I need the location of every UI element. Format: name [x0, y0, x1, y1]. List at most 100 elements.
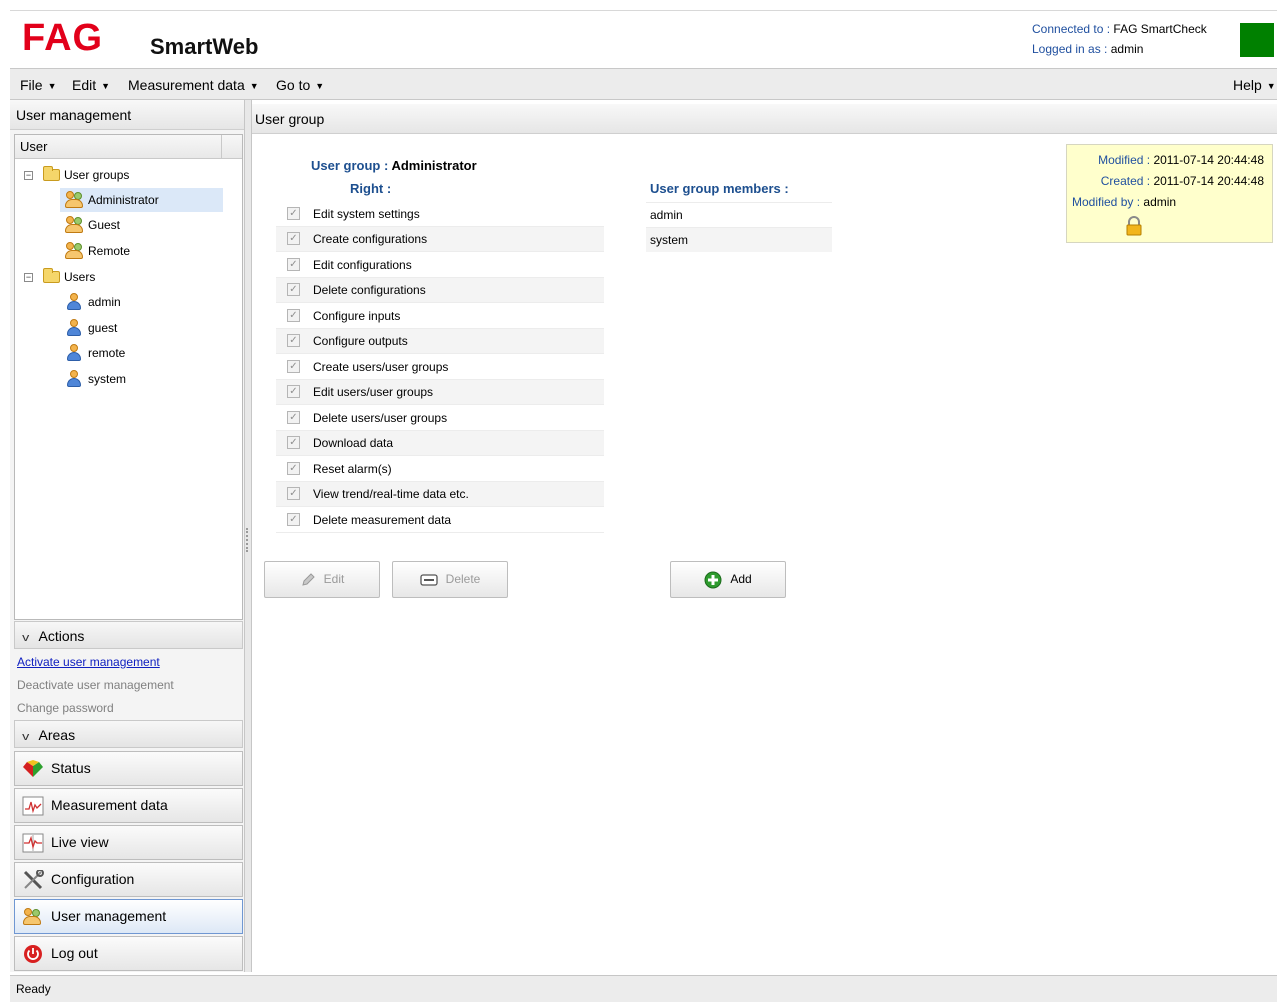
chevron-down-icon: v [22, 731, 30, 743]
right-row: ✓ Reset alarm(s) [276, 457, 604, 482]
checkbox-checked: ✓ [287, 207, 300, 220]
status-icon [23, 760, 43, 777]
checkbox-checked: ✓ [287, 232, 300, 245]
chevron-down-icon: v [22, 632, 30, 644]
user-icon [65, 293, 83, 311]
main-pane-title: User group [252, 104, 1277, 134]
checkbox-checked: ✓ [287, 360, 300, 373]
rights-header: Right : [350, 181, 392, 196]
plus-icon [704, 571, 722, 589]
menu-edit[interactable]: Edit ▼ [72, 69, 110, 101]
menu-measurement-data[interactable]: Measurement data ▼ [128, 69, 259, 101]
area-configuration-button[interactable]: Configuration [14, 862, 243, 897]
user-group-icon [23, 908, 45, 926]
tree-folder-user-groups[interactable]: − User groups [21, 163, 221, 187]
right-row: ✓ Edit configurations [276, 253, 604, 278]
area-user-management-button[interactable]: User management [14, 899, 243, 934]
right-row: ✓ Delete configurations [276, 278, 604, 303]
area-live-view-button[interactable]: Live view [14, 825, 243, 860]
member-row: system [646, 227, 832, 252]
right-row: ✓ Configure inputs [276, 304, 604, 329]
tree-item-guest-group[interactable]: Guest [60, 213, 223, 237]
checkbox-checked: ✓ [287, 513, 300, 526]
product-name: SmartWeb [150, 34, 259, 59]
checkbox-checked: ✓ [287, 411, 300, 424]
menu-go-to[interactable]: Go to ▼ [276, 69, 324, 101]
left-pane-title: User management [10, 100, 244, 130]
change-password-link: Change password [17, 701, 114, 715]
tree-item-user-guest[interactable]: guest [60, 316, 223, 340]
connection-info: Connected to : FAG SmartCheck Logged in … [1032, 19, 1207, 59]
tree-column-header[interactable]: User [15, 135, 242, 159]
logged-in-label: Logged in as : [1032, 42, 1108, 56]
caret-down-icon: ▼ [1266, 81, 1276, 92]
right-row: ✓ Download data [276, 431, 604, 456]
checkbox-checked: ✓ [287, 462, 300, 475]
folder-icon [43, 166, 60, 181]
right-row: ✓ Delete users/user groups [276, 406, 604, 431]
tree-label: User groups [64, 168, 130, 182]
caret-down-icon: ▼ [249, 81, 259, 92]
folder-icon [43, 268, 60, 283]
menu-file[interactable]: File ▼ [20, 69, 56, 101]
delete-button: Delete [392, 561, 508, 598]
edit-button: Edit [264, 561, 380, 598]
user-tree: User − User groups Administrator Guest R… [14, 134, 243, 620]
collapse-icon[interactable]: − [24, 171, 33, 180]
menu-help[interactable]: Help ▼ [1233, 69, 1276, 101]
power-icon [24, 945, 42, 963]
live-view-icon [22, 833, 44, 853]
tools-icon [23, 870, 44, 890]
user-icon [65, 370, 83, 388]
status-bar: Ready [10, 975, 1277, 1002]
connection-status-indicator [1240, 23, 1274, 57]
right-row: ✓ Create configurations [276, 227, 604, 252]
add-button[interactable]: Add [670, 561, 786, 598]
left-pane: User management User − User groups Admin… [10, 100, 244, 972]
metadata-box: Modified : 2011-07-14 20:44:48 Created :… [1066, 144, 1273, 243]
user-group-icon [65, 242, 83, 260]
area-status-button[interactable]: Status [14, 751, 243, 786]
checkbox-checked: ✓ [287, 258, 300, 271]
area-log-out-button[interactable]: Log out [14, 936, 243, 971]
members-header: User group members : [650, 181, 789, 196]
caret-down-icon: ▼ [101, 81, 111, 92]
checkbox-checked: ✓ [287, 283, 300, 296]
tree-item-user-remote[interactable]: remote [60, 341, 223, 365]
user-group-icon [65, 216, 83, 234]
collapse-icon[interactable]: − [24, 273, 33, 282]
pencil-icon [301, 573, 315, 586]
tree-label: Users [64, 270, 96, 284]
caret-down-icon: ▼ [47, 81, 57, 92]
measurement-chart-icon [22, 796, 44, 816]
user-group-icon [65, 191, 83, 209]
tree-item-remote-group[interactable]: Remote [60, 239, 223, 263]
connected-value: FAG SmartCheck [1113, 22, 1207, 36]
connected-label: Connected to : [1032, 22, 1111, 36]
brand-logo: FAG [22, 17, 104, 59]
splitter-grip-icon [246, 528, 248, 552]
areas-section-header[interactable]: v Areas [14, 720, 243, 748]
right-row: ✓ View trend/real-time data etc. [276, 482, 604, 507]
tree-item-user-admin[interactable]: admin [60, 290, 223, 314]
member-row: admin [646, 202, 832, 227]
checkbox-checked: ✓ [287, 436, 300, 449]
right-row: ✓ Create users/user groups [276, 355, 604, 380]
logged-in-value: admin [1110, 42, 1144, 56]
tree-item-user-system[interactable]: system [60, 367, 223, 391]
checkbox-checked: ✓ [287, 334, 300, 347]
area-measurement-data-button[interactable]: Measurement data [14, 788, 243, 823]
actions-section-header[interactable]: v Actions [14, 621, 243, 649]
deactivate-user-management-link: Deactivate user management [17, 678, 174, 692]
delete-icon [420, 574, 438, 586]
lock-icon [1126, 216, 1142, 236]
activate-user-management-link[interactable]: Activate user management [17, 652, 160, 672]
tree-folder-users[interactable]: − Users [21, 265, 221, 289]
tree-item-administrator[interactable]: Administrator [60, 188, 223, 212]
user-icon [65, 344, 83, 362]
caret-down-icon: ▼ [315, 81, 325, 92]
right-row: ✓ Delete measurement data [276, 508, 604, 533]
checkbox-checked: ✓ [287, 487, 300, 500]
right-row: ✓ Edit users/user groups [276, 380, 604, 405]
right-row: ✓ Edit system settings [276, 202, 604, 227]
